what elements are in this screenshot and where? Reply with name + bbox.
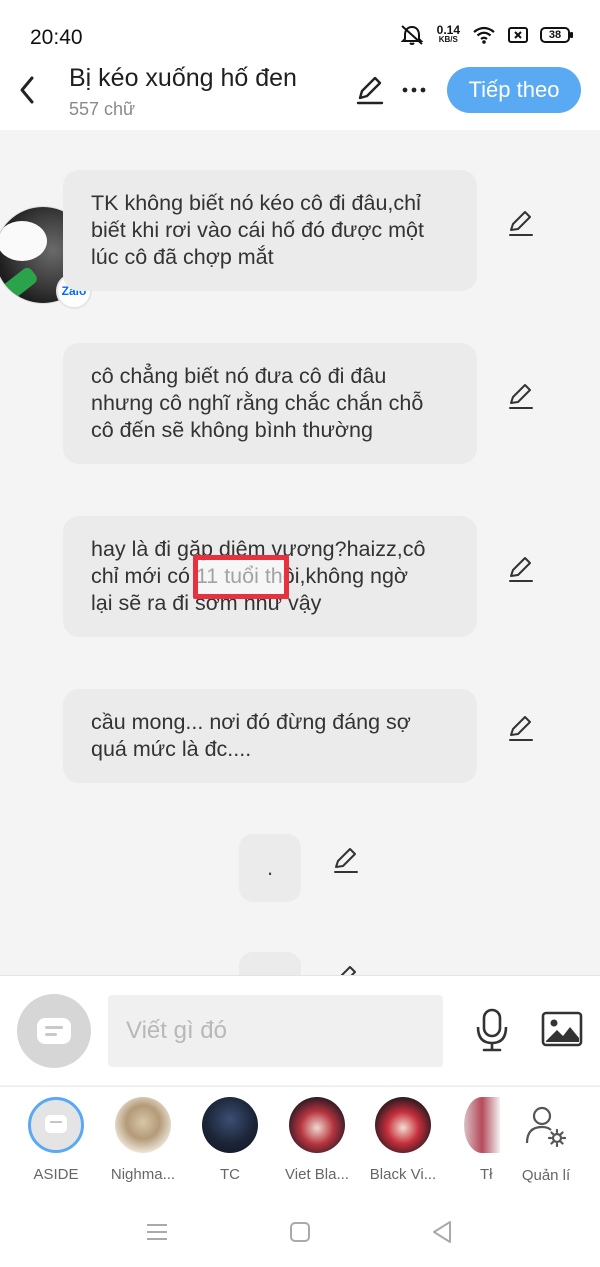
recent-apps-icon[interactable] — [143, 1218, 171, 1246]
screen-record-icon — [508, 27, 528, 43]
character-name: Nighma... — [110, 1166, 176, 1183]
character-black-vi[interactable]: Black Vi... — [363, 1097, 443, 1183]
character-tc[interactable]: TC — [190, 1097, 270, 1183]
message-bubble[interactable]: cô chẳng biết nó đưa cô đi đâu nhưng cô … — [63, 343, 477, 464]
character-aside[interactable]: ASIDE — [16, 1097, 96, 1183]
character-avatar — [289, 1097, 345, 1153]
composer — [0, 975, 600, 1085]
chat-bubble-icon — [45, 1115, 67, 1133]
edit-message-icon[interactable] — [506, 713, 536, 743]
message-list[interactable]: Zalo TK không biết nó kéo cô đi đâu,chỉ … — [0, 130, 600, 975]
message-input[interactable] — [108, 995, 443, 1067]
back-nav-icon[interactable] — [428, 1218, 456, 1246]
character-name: TC — [220, 1166, 240, 1183]
edit-message-icon[interactable] — [506, 381, 536, 411]
home-icon[interactable] — [286, 1218, 314, 1246]
network-speed: 0.14 KB/S — [436, 23, 460, 45]
user-settings-icon — [525, 1106, 567, 1148]
message-bubble[interactable]: TK không biết nó kéo cô đi đâu,chỉ biết … — [63, 170, 477, 291]
battery-indicator: 38 — [540, 27, 573, 43]
mute-bell-icon — [400, 25, 424, 45]
character-avatar — [375, 1097, 431, 1153]
character-avatar — [202, 1097, 258, 1153]
edit-message-icon[interactable] — [506, 554, 536, 584]
edit-message-icon[interactable] — [331, 963, 361, 975]
edit-message-icon[interactable] — [331, 845, 361, 875]
message-text: TK không biết nó kéo cô đi đâu,chỉ biết … — [91, 191, 424, 269]
wifi-icon — [473, 26, 495, 44]
character-avatar — [28, 1097, 84, 1153]
word-count: 557 chữ — [69, 99, 136, 119]
manage-characters-button[interactable]: Quản lí — [506, 1097, 586, 1184]
message-bubble[interactable]: . — [239, 834, 301, 902]
chat-bubble-icon — [37, 1018, 71, 1044]
microphone-icon[interactable] — [474, 1007, 510, 1053]
character-name: Viet Bla... — [285, 1166, 349, 1183]
character-viet-black[interactable]: Viet Bla... — [277, 1097, 357, 1183]
edit-title-icon[interactable] — [354, 74, 386, 106]
aside-toggle-button[interactable] — [17, 994, 91, 1068]
system-nav-bar — [0, 1194, 600, 1267]
message-bubble[interactable] — [239, 952, 301, 975]
character-partial[interactable]: Tł — [460, 1097, 500, 1183]
message-text: cầu mong... nơi đó đừng đáng sợ quá mức … — [91, 710, 411, 761]
story-title: Bị kéo xuống hố đen — [69, 64, 297, 92]
message-text: cô chẳng biết nó đưa cô đi đâu nhưng cô … — [91, 364, 424, 442]
edit-message-icon[interactable] — [506, 208, 536, 238]
character-bar: ASIDE Nighma... TC Viet Bla... Black Vi.… — [0, 1086, 600, 1194]
character-name: Tł — [480, 1166, 493, 1183]
message-text: . — [266, 855, 274, 880]
story-header: Bị kéo xuống hố đen 557 chữ Tiếp theo — [0, 64, 600, 130]
next-button[interactable]: Tiếp theo — [447, 67, 581, 113]
message-bubble[interactable]: cầu mong... nơi đó đừng đáng sợ quá mức … — [63, 689, 477, 783]
character-name: Black Vi... — [369, 1166, 437, 1183]
status-icons: 0.14 KB/S 38 — [399, 23, 573, 46]
character-avatar — [115, 1097, 171, 1153]
highlight-annotation — [193, 555, 289, 599]
manage-label: Quản lí — [521, 1167, 571, 1184]
status-time: 20:40 — [30, 26, 83, 49]
more-options-icon[interactable] — [400, 76, 428, 104]
character-name: ASIDE — [33, 1166, 79, 1183]
network-speed-value: 0.14 — [436, 23, 460, 37]
network-speed-unit: KB/S — [438, 35, 458, 44]
image-icon[interactable] — [541, 1011, 583, 1047]
character-avatar — [464, 1097, 500, 1153]
status-bar: 20:40 0.14 KB/S 38 — [0, 0, 600, 64]
back-arrow-icon[interactable] — [14, 70, 40, 110]
character-nighmare[interactable]: Nighma... — [103, 1097, 183, 1183]
